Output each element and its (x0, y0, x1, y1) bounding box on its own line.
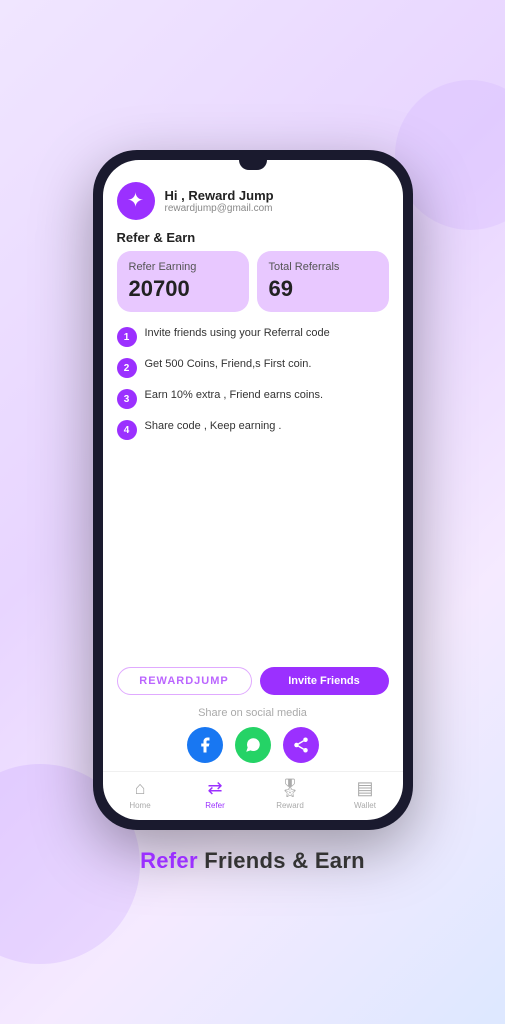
phone-screen: ✦ Hi , Reward Jump rewardjump@gmail.com … (103, 160, 403, 820)
total-referrals-value: 69 (269, 276, 377, 302)
tagline-rest: Friends & Earn (198, 848, 365, 873)
refer-nav-label: Refer (205, 801, 225, 810)
invite-friends-button[interactable]: Invite Friends (260, 667, 389, 695)
reward-nav-label: Reward (276, 801, 304, 810)
social-icons-row (117, 727, 389, 763)
list-item: 2 Get 500 Coins, Friend,s First coin. (117, 357, 389, 378)
step-number: 1 (117, 327, 137, 347)
step-number: 4 (117, 420, 137, 440)
refer-earning-card: Refer Earning 20700 (117, 251, 249, 312)
avatar: ✦ (117, 182, 155, 220)
step-text: Share code , Keep earning . (145, 419, 282, 434)
step-text: Invite friends using your Referral code (145, 326, 330, 341)
wallet-nav-label: Wallet (354, 801, 376, 810)
facebook-icon[interactable] (187, 727, 223, 763)
list-item: 4 Share code , Keep earning . (117, 419, 389, 440)
tagline: Refer Friends & Earn (140, 848, 365, 874)
phone-frame: ✦ Hi , Reward Jump rewardjump@gmail.com … (93, 150, 413, 830)
total-referrals-label: Total Referrals (269, 261, 377, 273)
social-label: Share on social media (117, 707, 389, 719)
total-referrals-card: Total Referrals 69 (257, 251, 389, 312)
header: ✦ Hi , Reward Jump rewardjump@gmail.com (103, 174, 403, 226)
user-email: rewardjump@gmail.com (165, 203, 274, 214)
action-row: REWARDJUMP Invite Friends (103, 659, 403, 703)
nav-item-reward[interactable]: 🎖 Reward (253, 778, 328, 810)
social-section: Share on social media (103, 703, 403, 771)
step-number: 2 (117, 358, 137, 378)
step-number: 3 (117, 389, 137, 409)
list-item: 1 Invite friends using your Referral cod… (117, 326, 389, 347)
home-nav-icon: ⌂ (135, 778, 146, 799)
bottom-nav: ⌂ Home ⇄ Refer 🎖 Reward ▤ Wallet (103, 771, 403, 820)
stats-row: Refer Earning 20700 Total Referrals 69 (103, 251, 403, 312)
tagline-highlight: Refer (140, 848, 198, 873)
refer-nav-icon: ⇄ (207, 778, 222, 799)
user-icon: ✦ (127, 191, 144, 211)
step-text: Earn 10% extra , Friend earns coins. (145, 388, 324, 403)
refer-earning-value: 20700 (129, 276, 237, 302)
referral-code[interactable]: REWARDJUMP (117, 667, 252, 695)
step-text: Get 500 Coins, Friend,s First coin. (145, 357, 312, 372)
section-title: Refer & Earn (103, 226, 403, 251)
nav-item-home[interactable]: ⌂ Home (103, 778, 178, 810)
wallet-nav-icon: ▤ (356, 778, 373, 799)
nav-item-wallet[interactable]: ▤ Wallet (328, 778, 403, 810)
reward-nav-icon: 🎖 (279, 778, 302, 799)
steps-list: 1 Invite friends using your Referral cod… (103, 322, 403, 659)
refer-earning-label: Refer Earning (129, 261, 237, 273)
whatsapp-icon[interactable] (235, 727, 271, 763)
header-text: Hi , Reward Jump rewardjump@gmail.com (165, 188, 274, 214)
home-nav-label: Home (129, 801, 150, 810)
list-item: 3 Earn 10% extra , Friend earns coins. (117, 388, 389, 409)
nav-item-refer[interactable]: ⇄ Refer (178, 778, 253, 810)
user-name: Hi , Reward Jump (165, 188, 274, 203)
screen-content: ✦ Hi , Reward Jump rewardjump@gmail.com … (103, 160, 403, 820)
share-icon[interactable] (283, 727, 319, 763)
